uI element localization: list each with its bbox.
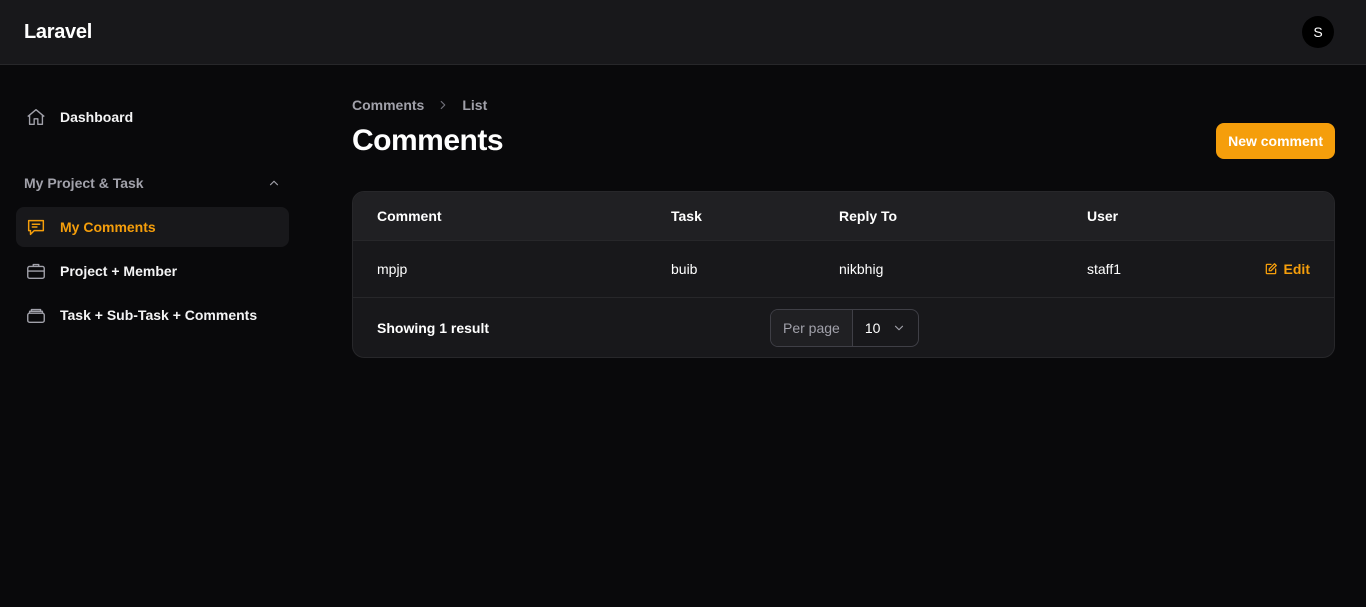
column-header-user: User — [1087, 208, 1119, 224]
sidebar-item-label: My Comments — [60, 219, 156, 235]
sidebar-item-label: Task + Sub-Task + Comments — [60, 307, 258, 323]
cell-task: buib — [671, 261, 698, 277]
top-navbar: Laravel S — [0, 0, 1366, 65]
per-page-dropdown[interactable]: 10 — [853, 310, 919, 346]
breadcrumb-current: List — [462, 97, 488, 113]
table-header: Comment Task Reply To User — [353, 192, 1334, 241]
result-summary: Showing 1 result — [377, 319, 490, 336]
user-avatar[interactable]: S — [1302, 16, 1334, 48]
sidebar-item-project-member[interactable]: Project + Member — [16, 251, 289, 291]
sidebar-item-label: Dashboard — [60, 109, 134, 125]
briefcase-icon — [24, 259, 48, 283]
brand-logo[interactable]: Laravel — [24, 21, 92, 44]
column-header-task: Task — [671, 208, 702, 224]
breadcrumb: Comments List — [352, 97, 1335, 113]
chevron-down-icon — [892, 321, 906, 335]
cell-reply-to: nikbhig — [839, 261, 884, 277]
cell-user: staff1 — [1087, 261, 1121, 277]
chevron-right-icon — [436, 98, 450, 112]
sidebar-item-label: Project + Member — [60, 263, 178, 279]
breadcrumb-parent[interactable]: Comments — [352, 97, 424, 113]
comments-table: Comment Task Reply To User mpjp buib nik… — [352, 191, 1335, 358]
per-page-label: Per page — [771, 310, 853, 346]
page-title: Comments — [352, 124, 504, 157]
edit-link[interactable]: Edit — [1264, 261, 1310, 277]
sidebar-item-dashboard[interactable]: Dashboard — [16, 97, 289, 137]
sidebar-item-task-subtask-comments[interactable]: Task + Sub-Task + Comments — [16, 295, 289, 335]
sidebar-group-label: My Project & Task — [24, 175, 144, 191]
page-header: Comments New comment — [352, 123, 1335, 159]
sidebar: Dashboard My Project & Task My Comments … — [0, 65, 305, 607]
table-footer: Showing 1 result Per page 10 — [353, 298, 1334, 357]
per-page-value: 10 — [864, 320, 881, 336]
new-comment-button[interactable]: New comment — [1216, 123, 1335, 159]
cell-actions: Edit — [1237, 261, 1334, 277]
column-header-comment: Comment — [377, 208, 442, 224]
column-header-reply-to: Reply To — [839, 208, 898, 224]
table-row[interactable]: mpjp buib nikbhig staff1 Edit — [353, 241, 1334, 298]
chevron-up-icon[interactable] — [267, 176, 281, 190]
pencil-square-icon — [1264, 262, 1278, 276]
edit-link-label: Edit — [1283, 261, 1310, 277]
main-content: Comments List Comments New comment Comme… — [352, 65, 1335, 358]
stack-icon — [24, 303, 48, 327]
home-icon — [24, 105, 48, 129]
per-page-select[interactable]: Per page 10 — [770, 309, 920, 347]
sidebar-group-my-project-task[interactable]: My Project & Task — [16, 165, 289, 201]
cell-comment: mpjp — [377, 261, 408, 277]
sidebar-item-my-comments[interactable]: My Comments — [16, 207, 289, 247]
chat-bubble-icon — [24, 215, 48, 239]
